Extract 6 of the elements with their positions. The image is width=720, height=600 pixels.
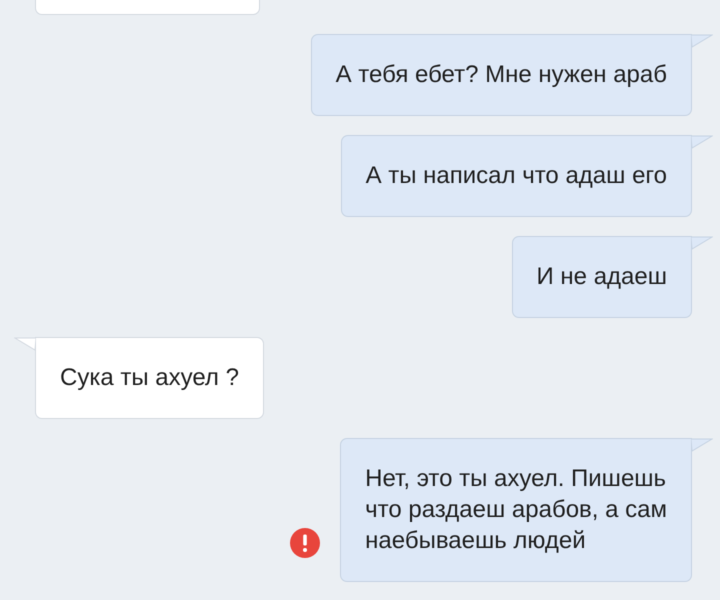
message-text: А тебя ебет? Мне нужен араб (336, 61, 667, 88)
error-icon[interactable] (290, 528, 320, 558)
message-text: И не адаеш (536, 263, 667, 290)
message-text: Сука ты ахуел ? (60, 364, 239, 391)
message-text: Нет, это ты ахуел. Пишешь что раздаеш арабов, а сам наебываешь людей (365, 465, 667, 554)
message-text: А ты написал что адаш его (366, 162, 667, 189)
